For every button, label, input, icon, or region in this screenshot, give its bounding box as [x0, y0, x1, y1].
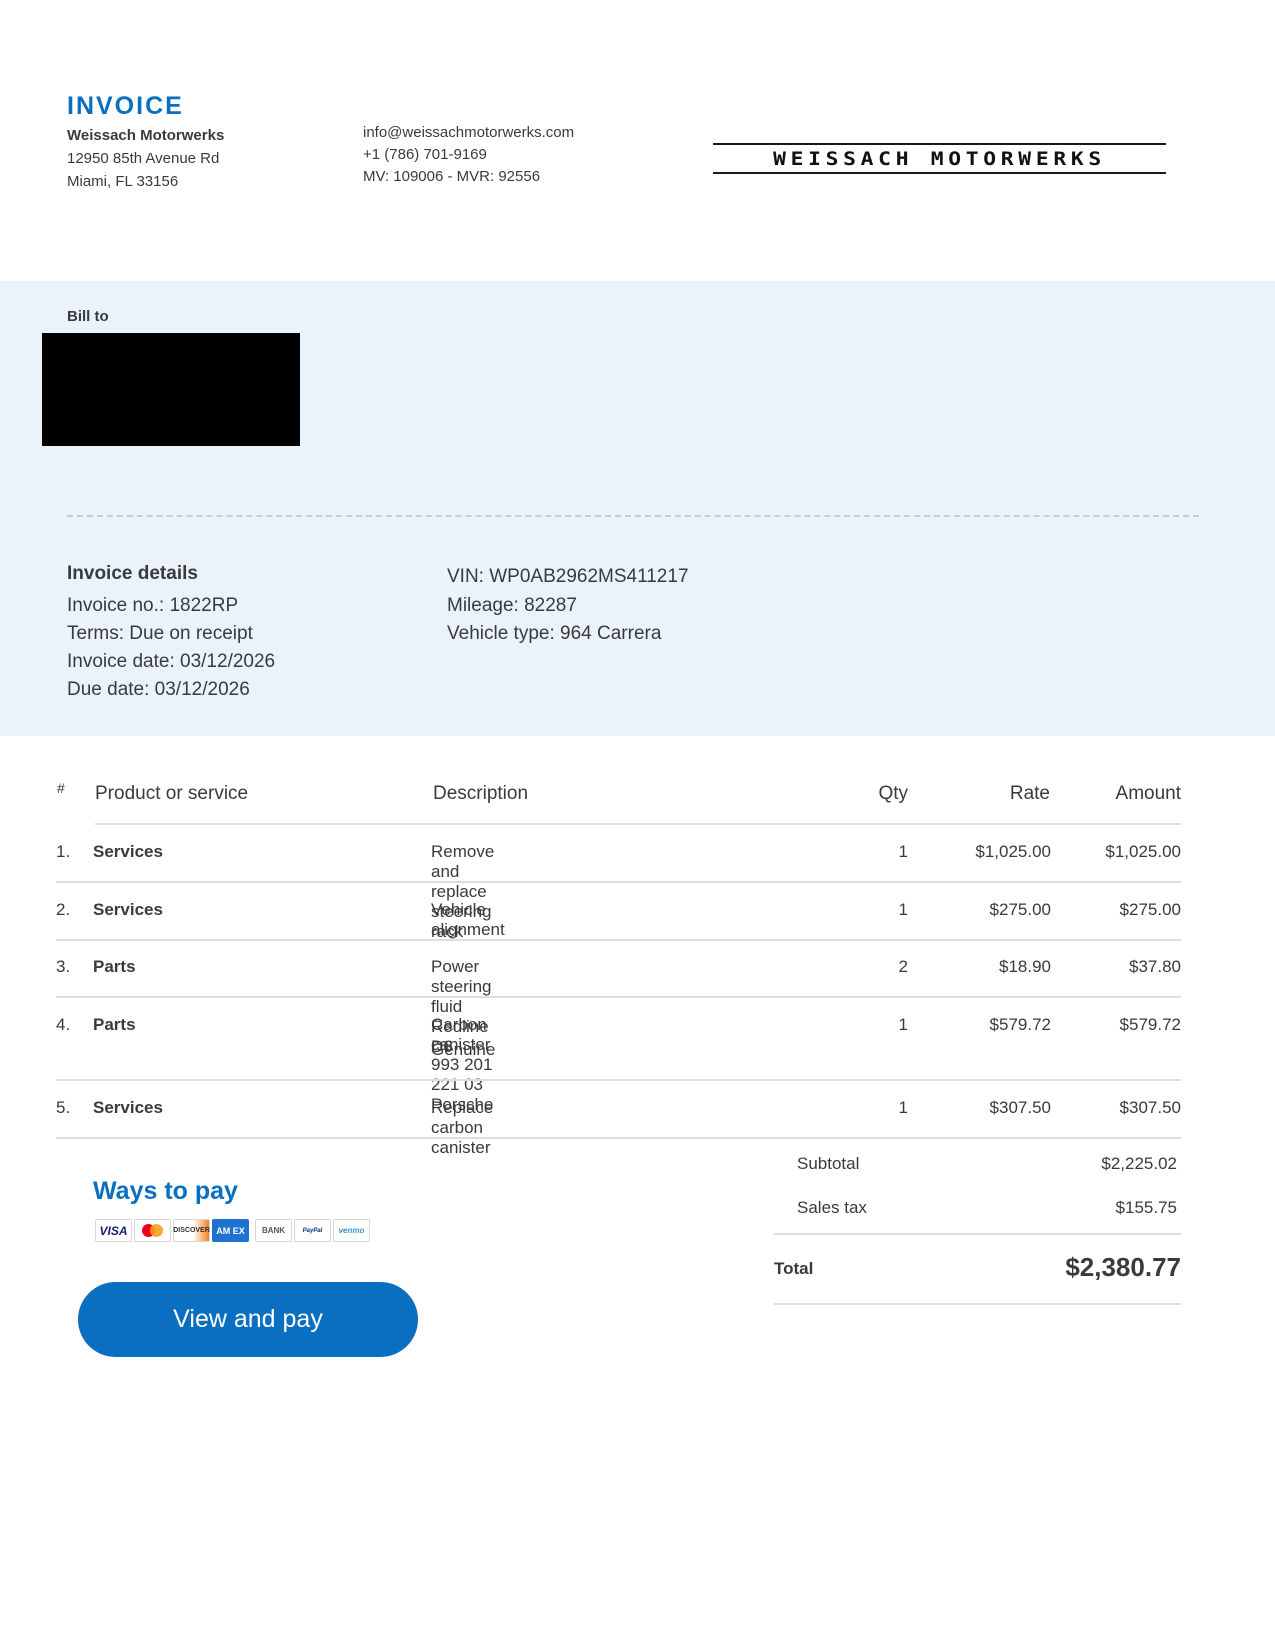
bank-icon: BANK — [255, 1219, 292, 1242]
row-rate: $1,025.00 — [975, 842, 1051, 861]
company-logo: WEISSACH MOTORWERKS — [713, 143, 1166, 175]
row-divider — [56, 996, 1181, 998]
row-number: 2. — [56, 900, 71, 919]
sales-tax-value: $155.75 — [1115, 1198, 1177, 1217]
payment-methods: VISA DISCOVER AM EX BANK PayPal venmo — [95, 1219, 370, 1242]
row-number: 5. — [56, 1098, 71, 1117]
amex-icon: AM EX — [212, 1219, 249, 1242]
company-phone: +1 (786) 701-9169 — [363, 146, 487, 163]
row-number: 3. — [56, 957, 71, 976]
vehicle-vin: VIN: WP0AB2962MS411217 — [447, 566, 689, 587]
invoice-date: Invoice date: 03/12/2026 — [67, 651, 276, 672]
column-header-description: Description — [433, 783, 529, 804]
header-divider — [95, 823, 1181, 825]
venmo-icon: venmo — [333, 1219, 370, 1242]
paypal-icon: PayPal — [294, 1219, 331, 1242]
subtotal-label: Subtotal — [797, 1154, 860, 1173]
row-amount: $1,025.00 — [1105, 842, 1181, 861]
logo-wordmark: WEISSACH MOTORWERKS — [773, 148, 1106, 170]
total-label: Total — [774, 1259, 814, 1278]
sales-tax-label: Sales tax — [797, 1198, 867, 1217]
company-address-line2: Miami, FL 33156 — [67, 173, 179, 190]
row-qty: 1 — [898, 900, 908, 919]
logo-bottom-rule — [713, 172, 1166, 174]
row-rate: $275.00 — [989, 900, 1051, 919]
totals-bottom-divider — [774, 1303, 1181, 1305]
dashed-divider — [67, 515, 1199, 517]
invoice-terms: Terms: Due on receipt — [67, 623, 253, 644]
view-and-pay-button[interactable]: View and pay — [78, 1282, 418, 1357]
visa-icon: VISA — [95, 1219, 132, 1242]
total-value: $2,380.77 — [1065, 1252, 1181, 1282]
mastercard-icon — [134, 1219, 171, 1242]
row-amount: $275.00 — [1119, 900, 1181, 919]
row-product: Parts — [93, 1015, 136, 1034]
company-email: info@weissachmotorwerks.com — [363, 124, 575, 141]
row-number: 1. — [56, 842, 71, 861]
due-date: Due date: 03/12/2026 — [67, 679, 250, 700]
row-qty: 1 — [898, 842, 908, 861]
subtotal-value: $2,225.02 — [1101, 1154, 1177, 1173]
row-product: Services — [93, 842, 163, 861]
invoice-number: Invoice no.: 1822RP — [67, 595, 239, 616]
row-product: Services — [93, 900, 163, 919]
vehicle-mileage: Mileage: 82287 — [447, 595, 577, 616]
row-qty: 1 — [898, 1015, 908, 1034]
column-header-number: # — [57, 780, 65, 796]
row-description: Replace carbon canister — [431, 1098, 494, 1157]
row-product: Services — [93, 1098, 163, 1117]
row-divider — [56, 1079, 1181, 1081]
row-rate: $579.72 — [989, 1015, 1051, 1034]
row-description-continued: Genuine — [431, 1040, 496, 1059]
row-number: 4. — [56, 1015, 71, 1034]
row-description: Vehicle alignment — [431, 900, 505, 939]
row-amount: $37.80 — [1129, 957, 1181, 976]
row-divider — [56, 1137, 1181, 1139]
totals-divider — [774, 1233, 1181, 1235]
invoice-details-title: Invoice details — [67, 563, 198, 584]
column-header-amount: Amount — [1115, 783, 1181, 804]
row-rate: $307.50 — [989, 1098, 1051, 1117]
company-license: MV: 109006 - MVR: 92556 — [363, 168, 541, 185]
row-qty: 1 — [898, 1098, 908, 1117]
logo-top-rule — [713, 143, 1166, 145]
company-address-line1: 12950 85th Avenue Rd — [67, 150, 220, 167]
redacted-customer-block — [42, 333, 300, 446]
row-divider — [56, 881, 1181, 883]
invoice-title: INVOICE — [67, 92, 184, 120]
row-rate: $18.90 — [999, 957, 1051, 976]
row-product: Parts — [93, 957, 136, 976]
ways-to-pay-title: Ways to pay — [93, 1177, 238, 1205]
column-header-qty: Qty — [878, 783, 908, 804]
row-amount: $579.72 — [1119, 1015, 1181, 1034]
discover-icon: DISCOVER — [173, 1219, 210, 1242]
bill-to-label: Bill to — [67, 308, 109, 325]
row-qty: 2 — [898, 957, 908, 976]
row-amount: $307.50 — [1119, 1098, 1181, 1117]
vehicle-type: Vehicle type: 964 Carrera — [447, 623, 662, 644]
company-name: Weissach Motorwerks — [67, 127, 225, 144]
column-header-product: Product or service — [95, 783, 249, 804]
column-header-rate: Rate — [1009, 783, 1050, 804]
row-divider — [56, 939, 1181, 941]
